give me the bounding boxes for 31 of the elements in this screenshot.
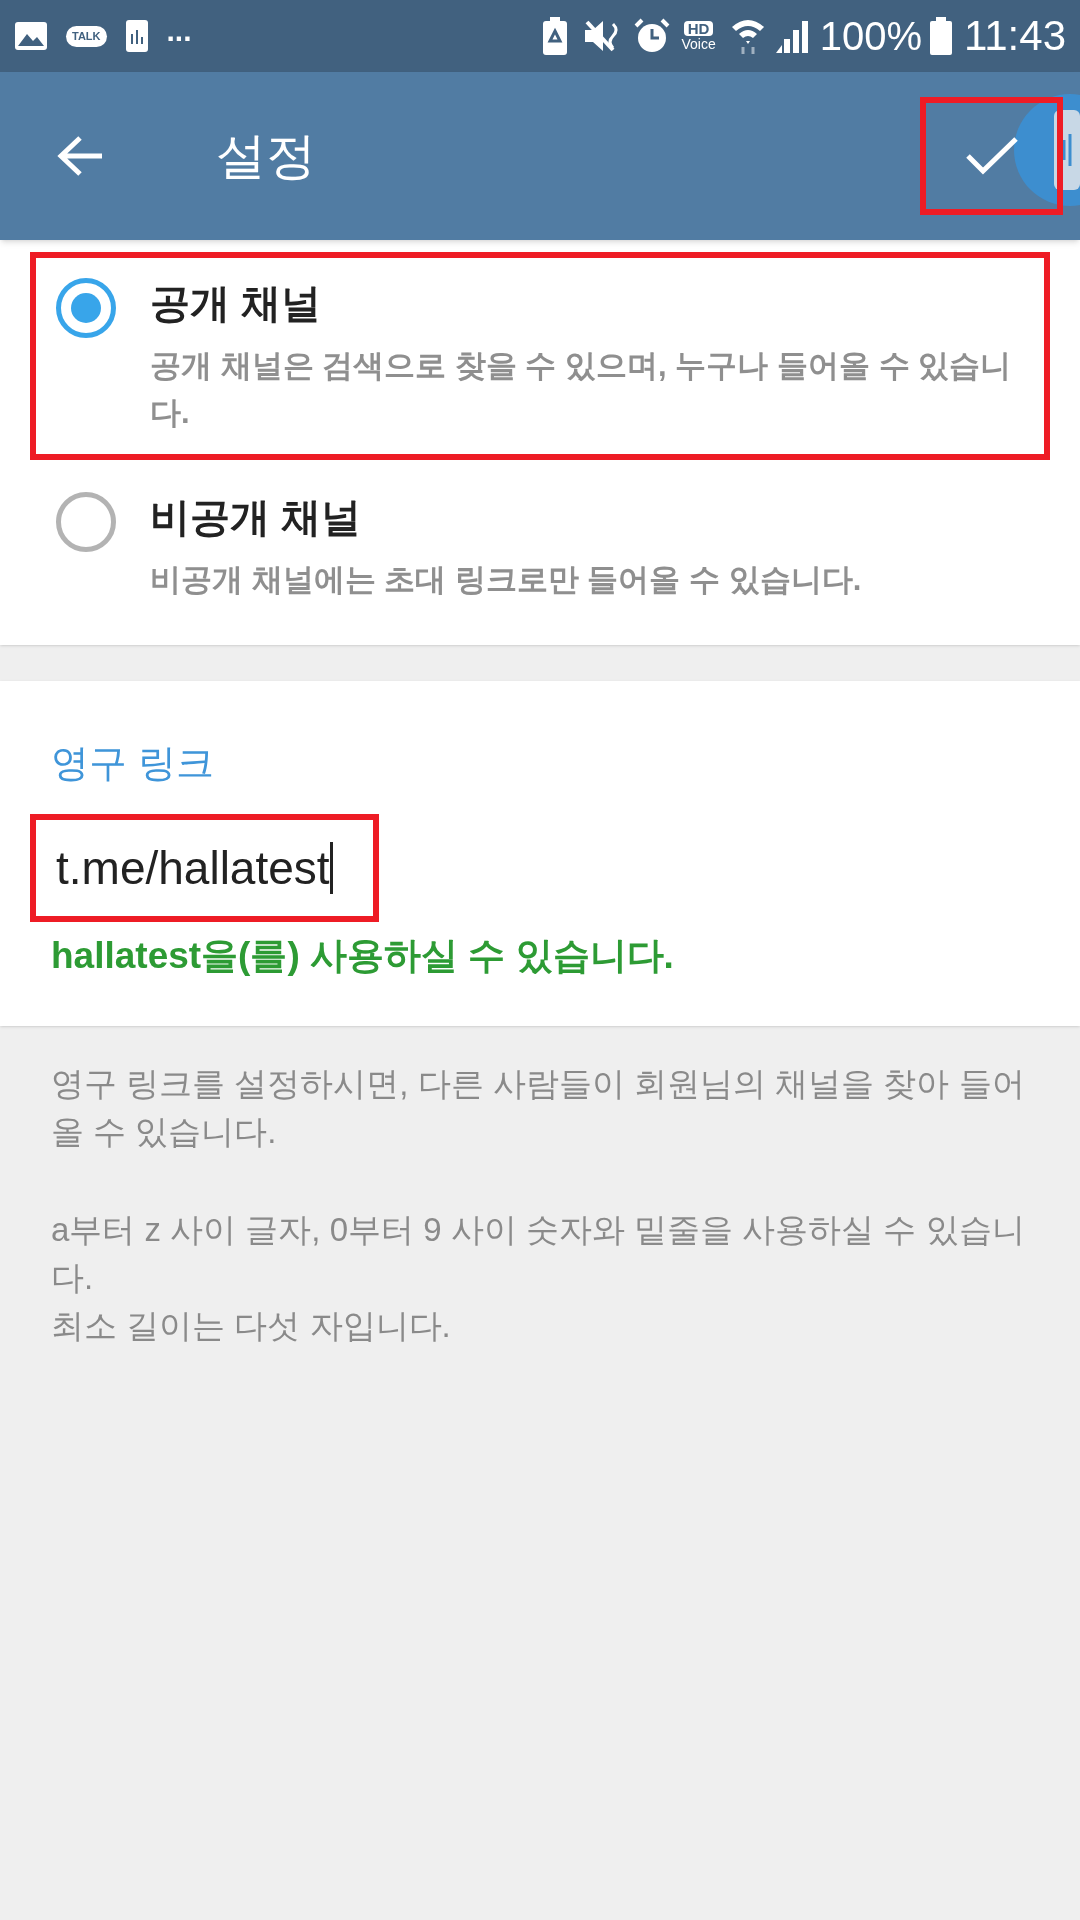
option-description: 비공개 채널에는 초대 링크로만 들어올 수 있습니다. [150, 561, 862, 599]
more-notifications: ... [166, 16, 192, 46]
signal-icon [773, 19, 810, 53]
phone-chart-icon [124, 19, 149, 53]
radio-button[interactable] [56, 278, 116, 338]
chat-icon: TALK [66, 25, 107, 47]
check-icon [964, 136, 1019, 176]
clock: 11:43 [964, 15, 1066, 57]
floating-bubble-icon[interactable] [1014, 94, 1080, 206]
radio-button[interactable] [56, 492, 116, 552]
availability-message: hallatest을(를) 사용하실 수 있습니다. [51, 934, 675, 978]
back-arrow-icon [56, 135, 104, 177]
option-title: 공개 채널 [150, 280, 323, 327]
channel-type-option[interactable]: 공개 채널 공개 채널은 검색으로 찾을 수 있으며, 누구나 들어올 수 있습니다. [30, 252, 1050, 460]
option-title: 비공개 채널 [150, 494, 363, 541]
section-label: 영구 링크 [51, 741, 215, 786]
hd-badge: HD [683, 21, 714, 36]
option-description: 공개 채널은 검색으로 찾을 수 있으며, 누구나 들어올 수 있습니다. [150, 347, 1013, 432]
battery-recycle-icon [543, 17, 568, 55]
screen-title: 설정 [216, 126, 316, 186]
done-button[interactable] [920, 97, 1063, 215]
help-text: a부터 z 사이 글자, 0부터 9 사이 숫자와 밑줄을 사용하실 수 있습니다. 최소 길이는 다섯 자입니다. [51, 1209, 1026, 1346]
channel-type-option[interactable]: 비공개 채널 비공개 채널에는 초대 링크로만 들어올 수 있습니다. [30, 460, 1050, 617]
link-input-field[interactable]: t.me/hallatest [30, 814, 379, 922]
battery-icon [930, 17, 952, 55]
battery-percent: 100% [819, 16, 922, 56]
gallery-icon [14, 21, 48, 51]
alarm-icon [633, 17, 672, 55]
voice-label: Voice [681, 37, 716, 51]
link-value: t.me/hallatest [56, 841, 330, 896]
help-text: 영구 링크를 설정하시면, 다른 사람들이 회원님의 채널을 찾아 들어올 수 있습니다. [51, 1063, 1026, 1152]
